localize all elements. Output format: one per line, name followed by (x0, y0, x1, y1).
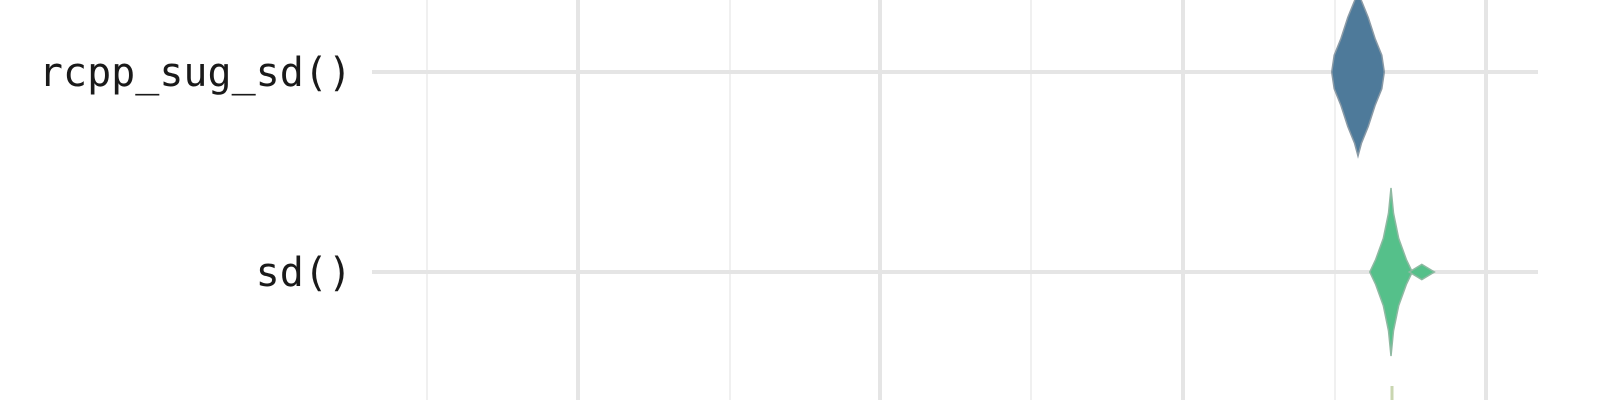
y-tick-label-1: sd() (256, 250, 352, 296)
violin-1 (1368, 187, 1414, 357)
y-tick-label-0: rcpp_sug_sd() (39, 50, 352, 96)
chart: rcpp_sug_sd() sd() (0, 0, 1600, 400)
chart-svg: rcpp_sug_sd() sd() (39, 0, 1538, 400)
violin-0 (1330, 0, 1386, 159)
violin-secondary-peak-1 (1407, 263, 1436, 281)
